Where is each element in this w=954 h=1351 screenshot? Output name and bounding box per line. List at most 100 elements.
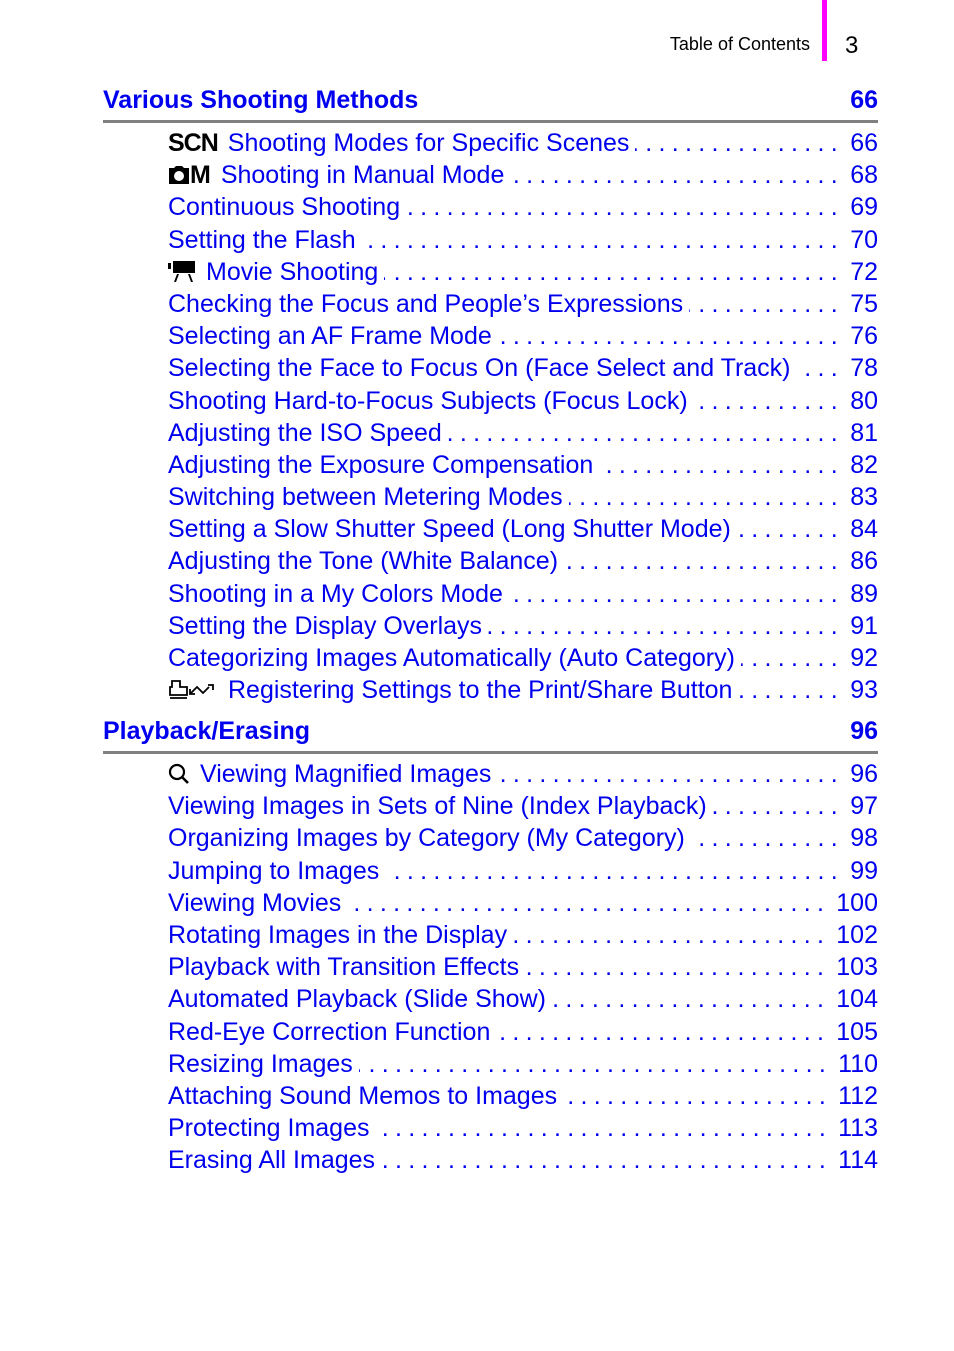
toc-entry-page[interactable]: 93	[850, 674, 878, 706]
toc-entry-red-eye-correction-function[interactable]: Red-Eye Correction Function.............…	[168, 1016, 878, 1048]
toc-entry-page[interactable]: 113	[838, 1112, 878, 1144]
toc-entry-title[interactable]: Continuous Shooting	[168, 191, 400, 223]
toc-entry-adjusting-the-tone-white-balance[interactable]: Adjusting the Tone (White Balance)......…	[168, 545, 878, 577]
toc-entry-page[interactable]: 80	[850, 385, 878, 417]
toc-entry-title[interactable]: Viewing Movies	[168, 887, 341, 919]
toc-entry-title[interactable]: Adjusting the Exposure Compensation	[168, 449, 593, 481]
section-heading[interactable]: Playback/Erasing 96	[103, 717, 878, 749]
toc-entry-page[interactable]: 112	[838, 1080, 878, 1112]
toc-entry-title[interactable]: Switching between Metering Modes	[168, 481, 563, 513]
toc-entry-shooting-in-a-my-colors-mode[interactable]: Shooting in a My Colors Mode............…	[168, 578, 878, 610]
toc-entry-adjusting-the-exposure-compensation[interactable]: Adjusting the Exposure Compensation.....…	[168, 449, 878, 481]
toc-entry-viewing-movies[interactable]: Viewing Movies..........................…	[168, 887, 878, 919]
toc-entry-organizing-images-by-category-my-category[interactable]: Organizing Images by Category (My Catego…	[168, 822, 878, 854]
toc-entry-title[interactable]: Rotating Images in the Display	[168, 919, 507, 951]
toc-entry-registering-settings-to-the-print-share-button[interactable]: Registering Settings to the Print/Share …	[168, 674, 878, 706]
toc-entry-page[interactable]: 69	[850, 191, 878, 223]
toc-entry-automated-playback-slide-show[interactable]: Automated Playback (Slide Show).........…	[168, 983, 878, 1015]
toc-entry-protecting-images[interactable]: Protecting Images.......................…	[168, 1112, 878, 1144]
toc-entry-continuous-shooting[interactable]: Continuous Shooting.....................…	[168, 191, 878, 223]
toc-entry-title[interactable]: Automated Playback (Slide Show)	[168, 983, 546, 1015]
toc-entry-page[interactable]: 92	[850, 642, 878, 674]
toc-entry-title[interactable]: Selecting an AF Frame Mode	[168, 320, 492, 352]
toc-entry-page[interactable]: 99	[850, 855, 878, 887]
toc-entry-title[interactable]: Shooting in Manual Mode	[221, 159, 505, 191]
toc-entries: SCN Shooting Modes for Specific Scenes...…	[168, 127, 878, 706]
toc-entry-page[interactable]: 66	[850, 127, 878, 159]
toc-entry-title[interactable]: Red-Eye Correction Function	[168, 1016, 490, 1048]
toc-entry-page[interactable]: 110	[838, 1048, 878, 1080]
toc-entry-page[interactable]: 83	[850, 481, 878, 513]
toc-entry-page[interactable]: 76	[850, 320, 878, 352]
toc-entry-page[interactable]: 114	[838, 1144, 878, 1176]
toc-entry-page[interactable]: 102	[836, 919, 878, 951]
toc-entry-title[interactable]: Organizing Images by Category (My Catego…	[168, 822, 685, 854]
toc-entry-page[interactable]: 81	[850, 417, 878, 449]
toc-entry-playback-with-transition-effects[interactable]: Playback with Transition Effects........…	[168, 951, 878, 983]
toc-entry-adjusting-the-iso-speed[interactable]: Adjusting the ISO Speed.................…	[168, 417, 878, 449]
toc-entry-page[interactable]: 84	[850, 513, 878, 545]
toc-entry-page[interactable]: 75	[850, 288, 878, 320]
toc-entry-page[interactable]: 70	[850, 224, 878, 256]
toc-entry-movie-shooting[interactable]: Movie Shooting..........................…	[168, 256, 878, 288]
toc-entry-title[interactable]: Adjusting the ISO Speed	[168, 417, 442, 449]
toc-entry-page[interactable]: 105	[836, 1016, 878, 1048]
toc-entry-title[interactable]: Shooting Modes for Specific Scenes	[228, 127, 630, 159]
section-page[interactable]: 96	[850, 717, 878, 745]
toc-entry-page[interactable]: 100	[836, 887, 878, 919]
toc-entry-title[interactable]: Protecting Images	[168, 1112, 370, 1144]
toc-entry-shooting-modes-for-specific-scenes[interactable]: SCN Shooting Modes for Specific Scenes...…	[168, 127, 878, 159]
toc-entry-page[interactable]: 72	[850, 256, 878, 288]
toc-entry-title[interactable]: Erasing All Images	[168, 1144, 375, 1176]
toc-entry-title[interactable]: Viewing Magnified Images	[200, 758, 491, 790]
toc-entry-title[interactable]: Selecting the Face to Focus On (Face Sel…	[168, 352, 791, 384]
toc-entry-title[interactable]: Movie Shooting	[206, 256, 378, 288]
toc-entry-setting-a-slow-shutter-speed-long-shutter-mode[interactable]: Setting a Slow Shutter Speed (Long Shutt…	[168, 513, 878, 545]
toc-entry-resizing-images[interactable]: Resizing Images.........................…	[168, 1048, 878, 1080]
section-title[interactable]: Various Shooting Methods	[103, 86, 418, 114]
toc-entry-page[interactable]: 68	[850, 159, 878, 191]
toc-entry-title[interactable]: Adjusting the Tone (White Balance)	[168, 545, 558, 577]
toc-entry-title[interactable]: Categorizing Images Automatically (Auto …	[168, 642, 735, 674]
toc-entry-attaching-sound-memos-to-images[interactable]: Attaching Sound Memos to Images.........…	[168, 1080, 878, 1112]
toc-entry-page[interactable]: 86	[850, 545, 878, 577]
toc-entry-shooting-hard-to-focus-subjects-focus-lock[interactable]: Shooting Hard-to-Focus Subjects (Focus L…	[168, 385, 878, 417]
toc-entry-title[interactable]: Attaching Sound Memos to Images	[168, 1080, 557, 1112]
toc-entry-title[interactable]: Resizing Images	[168, 1048, 353, 1080]
section-heading[interactable]: Various Shooting Methods 66	[103, 86, 878, 118]
section-page[interactable]: 66	[850, 86, 878, 114]
toc-entry-title[interactable]: Playback with Transition Effects	[168, 951, 519, 983]
toc-entry-viewing-images-in-sets-of-nine-index-playback[interactable]: Viewing Images in Sets of Nine (Index Pl…	[168, 790, 878, 822]
toc-entry-setting-the-display-overlays[interactable]: Setting the Display Overlays............…	[168, 610, 878, 642]
toc-entry-page[interactable]: 82	[850, 449, 878, 481]
section-title[interactable]: Playback/Erasing	[103, 717, 310, 745]
toc-entry-page[interactable]: 98	[850, 822, 878, 854]
toc-entry-page[interactable]: 97	[850, 790, 878, 822]
toc-entry-selecting-an-af-frame-mode[interactable]: Selecting an AF Frame Mode..............…	[168, 320, 878, 352]
toc-entry-page[interactable]: 89	[850, 578, 878, 610]
toc-entry-title[interactable]: Setting the Flash	[168, 224, 356, 256]
toc-entry-viewing-magnified-images[interactable]: Viewing Magnified Images................…	[168, 758, 878, 790]
toc-entry-page[interactable]: 78	[850, 352, 878, 384]
toc-entry-jumping-to-images[interactable]: Jumping to Images.......................…	[168, 855, 878, 887]
toc-entry-categorizing-images-automatically-auto-category[interactable]: Categorizing Images Automatically (Auto …	[168, 642, 878, 674]
toc-entry-switching-between-metering-modes[interactable]: Switching between Metering Modes........…	[168, 481, 878, 513]
toc-entry-page[interactable]: 96	[850, 758, 878, 790]
toc-entry-page[interactable]: 103	[836, 951, 878, 983]
toc-entry-shooting-in-manual-mode[interactable]: M Shooting in Manual Mode................…	[168, 159, 878, 191]
toc-entry-selecting-the-face-to-focus-on-face-select-and-track[interactable]: Selecting the Face to Focus On (Face Sel…	[168, 352, 878, 384]
toc-entry-title[interactable]: Shooting in a My Colors Mode	[168, 578, 503, 610]
toc-entry-page[interactable]: 104	[836, 983, 878, 1015]
toc-entry-title[interactable]: Viewing Images in Sets of Nine (Index Pl…	[168, 790, 707, 822]
toc-entry-erasing-all-images[interactable]: Erasing All Images......................…	[168, 1144, 878, 1176]
toc-entry-title[interactable]: Shooting Hard-to-Focus Subjects (Focus L…	[168, 385, 688, 417]
toc-entry-setting-the-flash[interactable]: Setting the Flash.......................…	[168, 224, 878, 256]
toc-entry-title[interactable]: Checking the Focus and People’s Expressi…	[168, 288, 683, 320]
toc-entry-rotating-images-in-the-display[interactable]: Rotating Images in the Display..........…	[168, 919, 878, 951]
toc-entry-title[interactable]: Jumping to Images	[168, 855, 379, 887]
toc-entry-title[interactable]: Setting a Slow Shutter Speed (Long Shutt…	[168, 513, 731, 545]
toc-entry-title[interactable]: Setting the Display Overlays	[168, 610, 482, 642]
toc-entry-checking-the-focus-and-people-s-expressions[interactable]: Checking the Focus and People’s Expressi…	[168, 288, 878, 320]
toc-entry-title[interactable]: Registering Settings to the Print/Share …	[228, 674, 732, 706]
toc-entry-page[interactable]: 91	[850, 610, 878, 642]
